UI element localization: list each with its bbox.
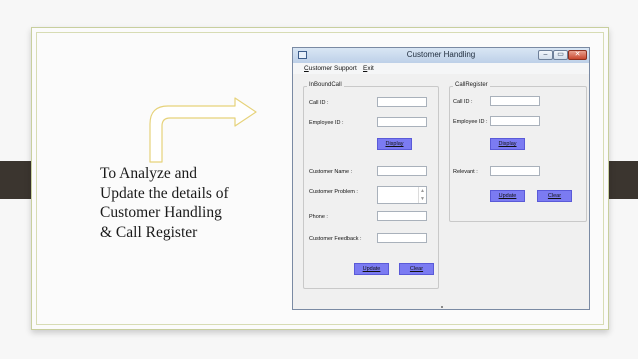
scroll-down-icon[interactable]: ▼: [420, 196, 425, 202]
maximize-button[interactable]: ▭: [553, 50, 568, 60]
inbound-call-id-input[interactable]: [377, 97, 427, 107]
register-clear-button[interactable]: Clear: [537, 190, 572, 202]
caption-line: Update the details of: [100, 184, 229, 202]
textarea-scrollbar[interactable]: ▲ ▼: [418, 187, 426, 203]
inbound-call-legend: InBoundCall: [307, 82, 344, 88]
register-call-id-input[interactable]: [490, 96, 540, 106]
register-display-button[interactable]: Display: [490, 138, 525, 150]
inbound-display-button[interactable]: Display: [377, 138, 412, 150]
menu-exit[interactable]: Exit: [363, 65, 374, 72]
bent-arrow-right-icon: [149, 97, 257, 163]
inbound-employee-id-input[interactable]: [377, 117, 427, 127]
customer-problem-textarea[interactable]: ▲ ▼: [377, 186, 427, 204]
scroll-up-icon[interactable]: ▲: [420, 188, 425, 194]
register-call-id-label: Call ID :: [453, 99, 473, 105]
menu-label: ustomer Support: [308, 65, 357, 72]
customer-name-input[interactable]: [377, 166, 427, 176]
customer-feedback-input[interactable]: [377, 233, 427, 243]
menu-label: xit: [367, 65, 374, 72]
resize-grip: [441, 306, 443, 308]
inbound-clear-button[interactable]: Clear: [399, 263, 434, 275]
caption-line: To Analyze and: [100, 165, 198, 182]
caption-line: & Call Register: [100, 223, 198, 241]
register-employee-id-input[interactable]: [490, 116, 540, 126]
customer-handling-window: Customer Handling – ▭ ✕ Customer Support…: [292, 47, 590, 310]
customer-name-label: Customer Name :: [309, 169, 353, 175]
call-register-legend: CallRegister: [453, 82, 490, 88]
menu-bar: Customer Support Exit: [293, 63, 589, 74]
customer-feedback-label: Customer Feedback :: [309, 236, 362, 242]
customer-problem-label: Customer Problem :: [309, 189, 358, 195]
inbound-update-button[interactable]: Update: [354, 263, 389, 275]
inbound-employee-id-label: Employee ID :: [309, 120, 344, 126]
relevant-input[interactable]: [490, 166, 540, 176]
close-button[interactable]: ✕: [568, 50, 587, 60]
slide-caption: To Analyze and Update the details of Cus…: [100, 164, 290, 242]
caption-line: Customer Handling: [100, 204, 222, 221]
register-employee-id-label: Employee ID :: [453, 119, 488, 125]
phone-input[interactable]: [377, 211, 427, 221]
inbound-call-id-label: Call ID :: [309, 100, 329, 106]
menu-customer-support[interactable]: Customer Support: [304, 65, 357, 72]
register-update-button[interactable]: Update: [490, 190, 525, 202]
minimize-button[interactable]: –: [538, 50, 553, 60]
window-titlebar[interactable]: Customer Handling – ▭ ✕: [293, 48, 589, 64]
phone-label: Phone :: [309, 214, 328, 220]
relevant-label: Relevant :: [453, 169, 478, 175]
